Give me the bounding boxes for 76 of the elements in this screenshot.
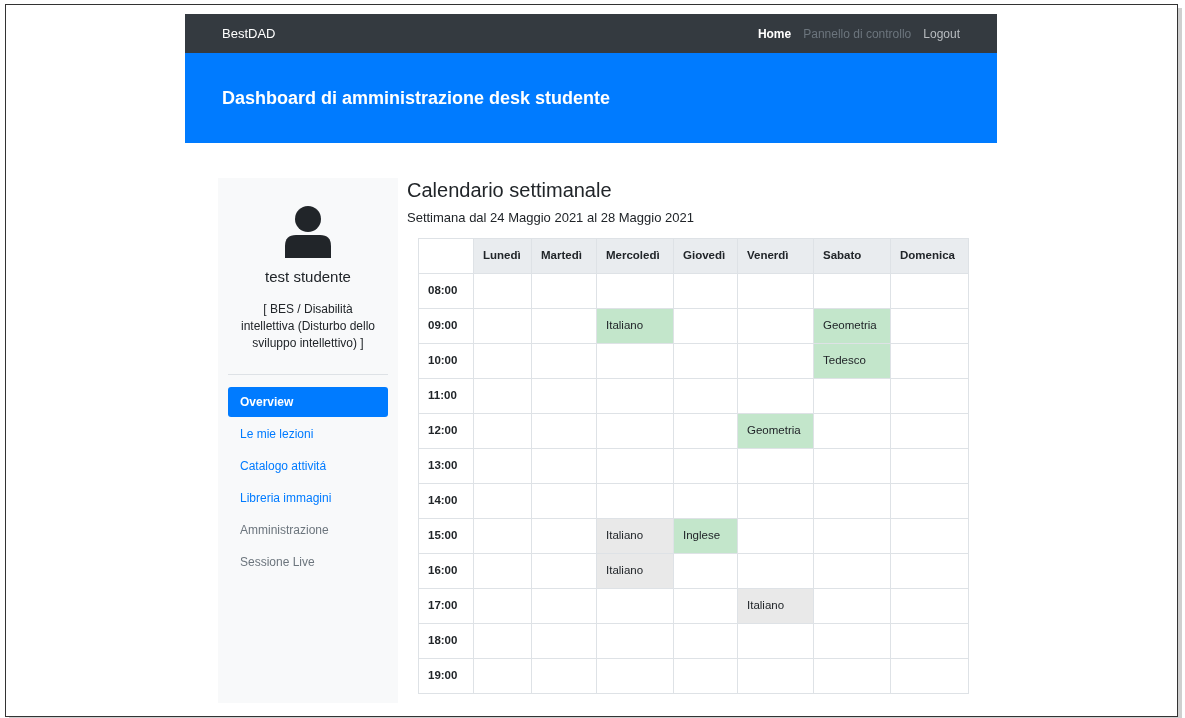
table-cell: [473, 273, 532, 308]
user-icon: [285, 206, 331, 258]
time-cell: 10:00: [418, 343, 474, 378]
time-cell: 12:00: [418, 413, 474, 448]
table-cell: [473, 623, 532, 658]
column-header: Mercoledì: [596, 238, 674, 273]
sidebar-item[interactable]: Le mie lezioni: [228, 418, 388, 449]
lesson-cell: Tedesco: [813, 343, 891, 378]
page-title: Dashboard di amministrazione desk studente: [222, 86, 611, 110]
table-cell: [531, 658, 597, 693]
calendar-title: Calendario settimanale: [407, 178, 613, 202]
table-cell: [473, 658, 532, 693]
sidebar-item[interactable]: Libreria immagini: [228, 482, 388, 513]
table-cell: [473, 413, 532, 448]
table-cell: [473, 483, 532, 518]
time-cell: 18:00: [418, 623, 474, 658]
table-cell: [473, 308, 532, 343]
week-range: Settimana dal 24 Maggio 2021 al 28 Maggio 2021: [407, 209, 695, 227]
table-cell: [673, 483, 738, 518]
time-cell: 15:00: [418, 518, 474, 553]
column-header: Lunedì: [473, 238, 532, 273]
lesson-cell: Italiano: [596, 518, 674, 553]
table-cell: [531, 448, 597, 483]
table-cell: [531, 588, 597, 623]
user-name: test studente: [265, 267, 351, 287]
lesson-cell: Geometria: [737, 413, 814, 448]
lesson-cell: Geometria: [813, 308, 891, 343]
nav-link[interactable]: Home: [757, 24, 792, 43]
table-cell: [473, 378, 532, 413]
table-cell: [673, 378, 738, 413]
lesson-cell: Italiano: [596, 553, 674, 588]
table-cell: [673, 343, 738, 378]
time-cell: 19:00: [418, 658, 474, 693]
column-header: Domenica: [890, 238, 969, 273]
table-cell: [531, 623, 597, 658]
column-header: Sabato: [813, 238, 891, 273]
column-header: Martedì: [531, 238, 597, 273]
time-cell: 09:00: [418, 308, 474, 343]
time-cell: 11:00: [418, 378, 474, 413]
nav-link[interactable]: Logout: [923, 24, 960, 43]
table-cell: [473, 588, 532, 623]
time-cell: 08:00: [418, 273, 474, 308]
table-cell: [473, 518, 532, 553]
time-cell: 14:00: [418, 483, 474, 518]
user-info: [ BES / Disabilità intellettiva (Disturbo dello sviluppo intellettivo) ]: [239, 300, 377, 352]
lesson-cell: Inglese: [673, 518, 738, 553]
table-cell: [673, 413, 738, 448]
table-cell: [531, 308, 597, 343]
table-cell: [531, 553, 597, 588]
table-cell: [531, 273, 597, 308]
table-cell: [531, 413, 597, 448]
column-header: Venerdì: [737, 238, 814, 273]
table-cell: [673, 658, 738, 693]
table-cell: [673, 553, 738, 588]
table-cell: [673, 623, 738, 658]
time-cell: 17:00: [418, 588, 474, 623]
table-cell: [673, 588, 738, 623]
table-cell: [673, 448, 738, 483]
time-cell: 16:00: [418, 553, 474, 588]
column-header: Giovedì: [673, 238, 738, 273]
lesson-cell: Italiano: [596, 308, 674, 343]
table-cell: [531, 483, 597, 518]
time-cell: 13:00: [418, 448, 474, 483]
table-cell: [673, 308, 738, 343]
table-cell: [673, 273, 738, 308]
table-cell: [473, 553, 532, 588]
table-cell: [473, 448, 532, 483]
table-cell: [531, 378, 597, 413]
sidebar-item[interactable]: Catalogo attivitá: [228, 450, 388, 481]
table-cell: [531, 343, 597, 378]
table-cell: [531, 518, 597, 553]
brand-link[interactable]: BestDAD: [222, 23, 276, 44]
sidebar-item[interactable]: Overview: [228, 386, 388, 417]
lesson-cell: Italiano: [737, 588, 814, 623]
table-header-cell: [418, 238, 474, 273]
table-cell: [473, 343, 532, 378]
